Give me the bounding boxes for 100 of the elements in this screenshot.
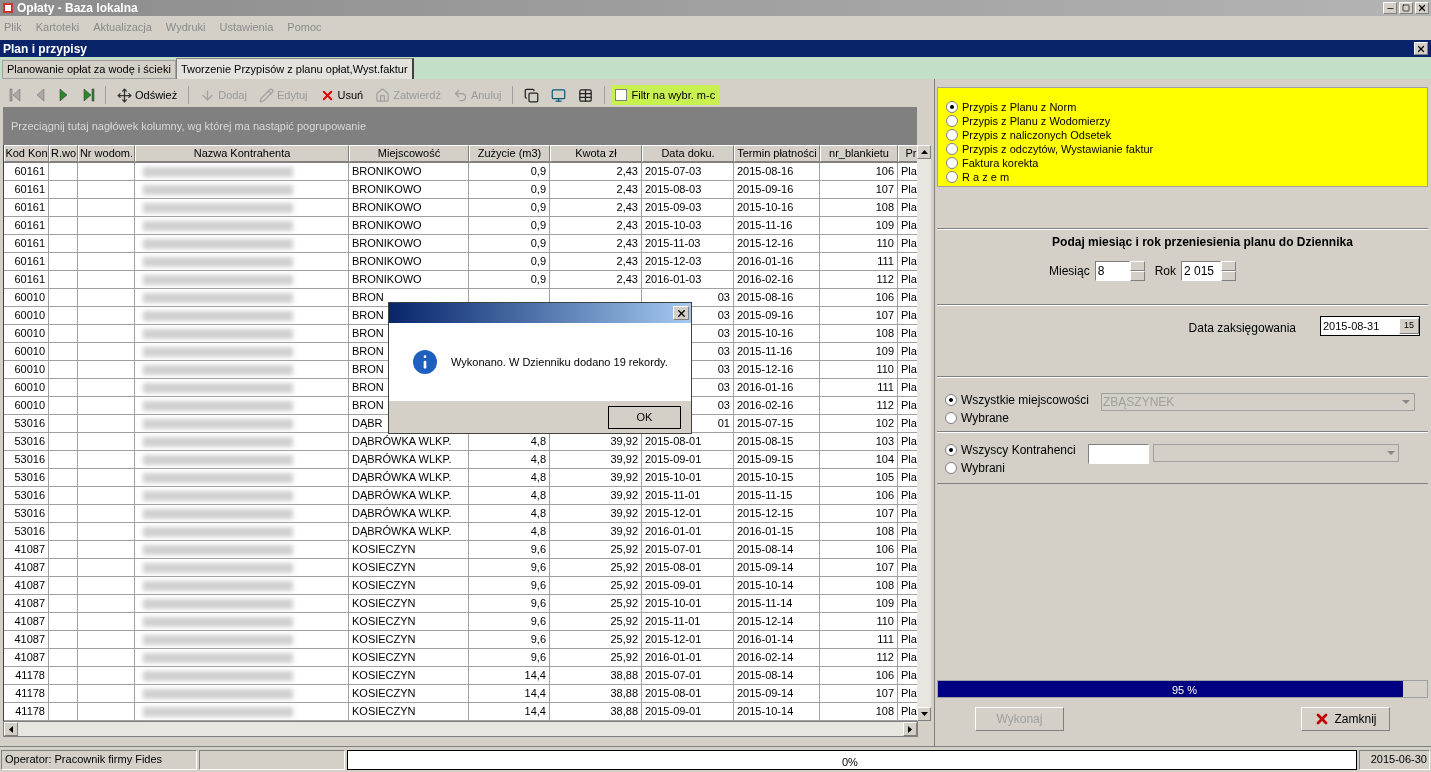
table-cell-text: 03 bbox=[717, 290, 730, 306]
column-header[interactable]: R.wo bbox=[49, 145, 78, 162]
contractor-code-field[interactable] bbox=[1087, 444, 1149, 464]
radio-label: Przypis z Planu z Wodomierzy bbox=[962, 113, 1111, 129]
radio-button[interactable] bbox=[946, 157, 958, 169]
column-header[interactable]: Kwota zł bbox=[550, 145, 642, 162]
move-arrows-icon bbox=[117, 87, 132, 103]
table-cell-text: 9,6 bbox=[530, 596, 546, 612]
radio-button[interactable] bbox=[946, 101, 958, 113]
posting-date-field[interactable]: 2015-08-31 15 bbox=[1320, 316, 1420, 336]
column-header[interactable]: Data doku. bbox=[642, 145, 734, 162]
table-cell-text: 103 bbox=[875, 434, 894, 450]
table-cell-text: KOSIECZYN bbox=[352, 560, 416, 576]
table-cell-text: Pla bbox=[901, 218, 917, 234]
column-header[interactable]: Nr wodom. bbox=[78, 145, 135, 162]
table-cell-text: 2016-01-15 bbox=[737, 524, 794, 540]
column-header[interactable]: Termin płatności bbox=[734, 145, 820, 162]
close-button[interactable] bbox=[1415, 2, 1429, 14]
copy-icon bbox=[524, 87, 540, 103]
close-button[interactable] bbox=[1414, 42, 1428, 55]
table-cell-text: 60161 bbox=[14, 254, 45, 270]
table-cell-text: 2015-08-14 bbox=[737, 668, 794, 684]
table-cell-text: Pla bbox=[901, 362, 917, 378]
table-cell-text: 4,8 bbox=[530, 434, 546, 450]
close-icon bbox=[1417, 3, 1427, 13]
table-cell-text: Pla bbox=[901, 614, 917, 630]
table-cell-text: 110 bbox=[876, 236, 894, 252]
radio-label: Wszyscy Kontrahenci bbox=[961, 442, 1076, 459]
table-cell-text: 41087 bbox=[14, 650, 45, 666]
table-cell-text: Pla bbox=[901, 380, 917, 396]
table-cell-text: 107 bbox=[875, 308, 894, 324]
month-label: Miesiąc bbox=[1049, 263, 1090, 280]
radio-button[interactable] bbox=[945, 444, 957, 456]
minimize-button[interactable] bbox=[1383, 2, 1397, 14]
radio-button[interactable] bbox=[945, 462, 957, 474]
table-cell-text: DĄBRÓWKA WLKP. bbox=[352, 470, 452, 486]
table-cell-text: 2015-12-14 bbox=[737, 614, 794, 630]
table-cell-text: 106 bbox=[875, 668, 894, 684]
column-header[interactable]: nr_blankietu bbox=[820, 145, 898, 162]
radio-button[interactable] bbox=[945, 412, 957, 424]
tab[interactable]: Planowanie opłat za wodę i ścieki bbox=[2, 60, 176, 79]
table-cell-text: Pla bbox=[901, 344, 917, 360]
table-cell-text: 0,9 bbox=[530, 200, 546, 216]
table-cell-text: 106 bbox=[875, 542, 894, 558]
radio-button[interactable] bbox=[946, 143, 958, 155]
table-cell-text: 2015-09-14 bbox=[737, 686, 794, 702]
table-cell-text: 39,92 bbox=[610, 524, 638, 540]
radio-button[interactable] bbox=[946, 129, 958, 141]
tab[interactable]: Tworzenie Przypisów z planu opłat,Wyst.faktur bbox=[175, 58, 414, 79]
table-cell-text: 53016 bbox=[14, 452, 45, 468]
table-cell-text: KOSIECZYN bbox=[352, 578, 416, 594]
table-cell-text: 106 bbox=[875, 164, 894, 180]
table-cell-text: 109 bbox=[875, 218, 894, 234]
table-cell-text: 2015-12-03 bbox=[645, 254, 702, 270]
table-cell-text: 2015-10-14 bbox=[737, 704, 794, 720]
table-cell-text: 4,8 bbox=[530, 470, 546, 486]
table-cell-text: 41087 bbox=[14, 560, 45, 576]
restore-button[interactable] bbox=[1399, 2, 1413, 14]
table-cell-text: Pla bbox=[901, 416, 917, 432]
vertical-scrollbar[interactable] bbox=[917, 145, 931, 721]
toolbar-button[interactable]: Usuń bbox=[314, 84, 369, 106]
table-cell-text: 2015-11-16 bbox=[737, 218, 793, 234]
progress-label: 95 % bbox=[1172, 683, 1198, 698]
table-cell-text: 25,92 bbox=[610, 578, 638, 594]
checkbox[interactable] bbox=[615, 89, 628, 101]
calendar-button[interactable]: 15 bbox=[1399, 318, 1419, 334]
table-cell-text: 14,4 bbox=[524, 668, 546, 684]
ok-button[interactable]: OK bbox=[608, 405, 681, 429]
table-cell-text: 2015-10-14 bbox=[737, 578, 794, 594]
radio-button[interactable] bbox=[946, 171, 958, 183]
table-cell-text: BRON bbox=[352, 326, 384, 342]
table-cell-text: 2015-09-01 bbox=[645, 704, 702, 720]
table-cell-text: 25,92 bbox=[610, 542, 638, 558]
radio-label: Przypis z odczytów, Wystawianie faktur bbox=[962, 141, 1154, 157]
toolbar-button[interactable]: Odśwież bbox=[112, 84, 183, 106]
pencil-icon bbox=[258, 87, 274, 103]
group-by-hint: Przeciągnij tutaj nagłówek kolumny, wg której ma nastąpić pogrupowanie bbox=[11, 118, 367, 134]
table-cell-text: 03 bbox=[717, 326, 730, 342]
column-header[interactable]: Kod Kon bbox=[4, 145, 49, 162]
table-cell-text: 0,9 bbox=[530, 182, 546, 198]
table-cell-text: 2,43 bbox=[616, 218, 638, 234]
column-header[interactable]: Nazwa Kontrahenta bbox=[135, 145, 349, 162]
horizontal-scrollbar[interactable] bbox=[3, 721, 918, 737]
table-cell-text: 41087 bbox=[14, 542, 45, 558]
table-cell-text: 107 bbox=[875, 506, 894, 522]
table-cell-text: 108 bbox=[875, 200, 894, 216]
filter-checkbox[interactable]: Filtr na wybr. m-c bbox=[611, 85, 720, 105]
close-button[interactable]: Zamknij bbox=[1301, 707, 1390, 731]
table-cell-text: Pla bbox=[901, 434, 917, 450]
column-header[interactable]: Zużycie (m3) bbox=[469, 145, 550, 162]
close-button[interactable] bbox=[673, 306, 689, 320]
radio-button[interactable] bbox=[945, 394, 957, 406]
column-header[interactable]: Miejscowość bbox=[349, 145, 469, 162]
table-cell-text: 2015-08-01 bbox=[645, 560, 702, 576]
table-cell-text: Pla bbox=[901, 470, 917, 486]
table-cell-text: 2016-01-03 bbox=[645, 272, 702, 288]
radio-button[interactable] bbox=[946, 115, 958, 127]
table-cell-text: Pla bbox=[901, 254, 917, 270]
table-cell-text: 2015-11-16 bbox=[737, 344, 793, 360]
table-cell-text: 03 bbox=[717, 362, 730, 378]
